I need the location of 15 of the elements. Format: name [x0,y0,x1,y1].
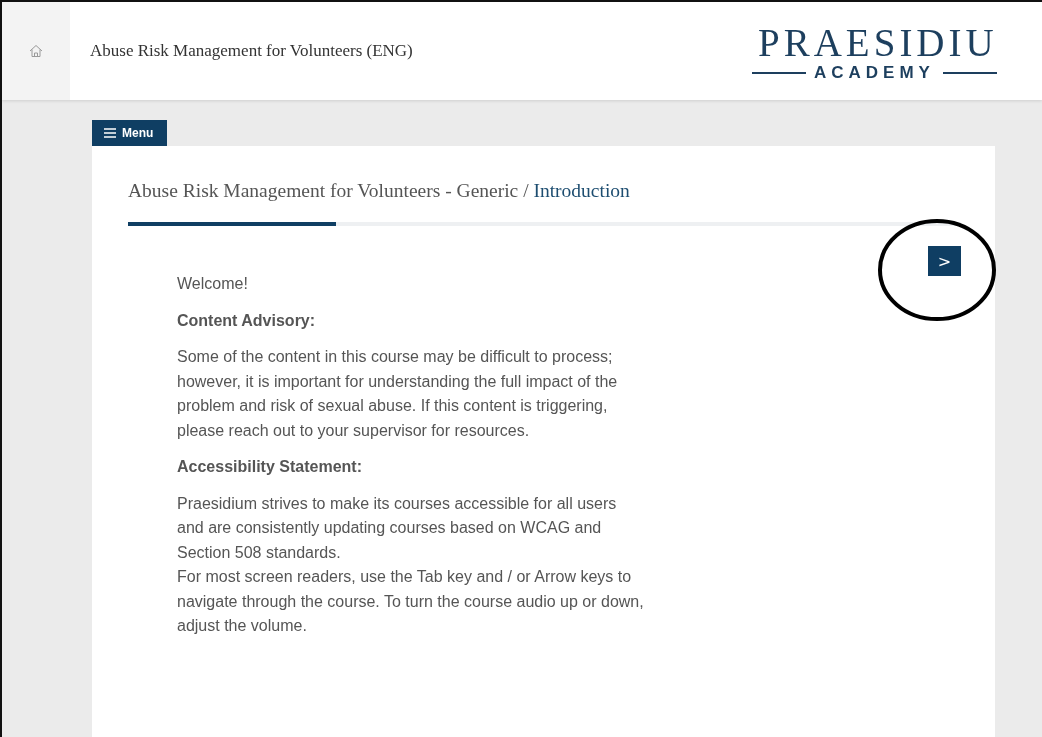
logo-tagline: ACADEMY [814,63,935,83]
course-title: Abuse Risk Management for Volunteers (ENG) [90,41,414,61]
body-text: Welcome! [177,274,249,294]
home-button[interactable] [2,2,70,100]
section-heading: Accessibility Statement: [177,457,363,477]
section-heading: Content Advisory: [177,310,317,331]
next-button[interactable]: > [928,246,961,276]
home-icon [29,44,43,58]
body-text: Some of the content in this course may be difficult to process; however, it is important for understanding the full impact of the problem and risk of sexual abuse. If this content is triggering, please reach out to your supervisor for resources. [177,347,619,441]
body-text: Praesidium strives to make its courses accessible for all users and are consistently updating courses based on WCAG and Section 508 standards. [177,493,618,563]
body-text: For most screen readers, use the Tab key and / or Arrow keys to navigate through the course. To turn the course audio up or down, adjust the volume. [177,567,645,636]
breadcrumb: Abuse Risk Management for Volunteers - Generic / Introduction [128,180,631,202]
menu-icon [104,128,116,138]
menu-button[interactable]: Menu [92,120,168,146]
logo-name: PRAESIDIU [758,24,998,62]
